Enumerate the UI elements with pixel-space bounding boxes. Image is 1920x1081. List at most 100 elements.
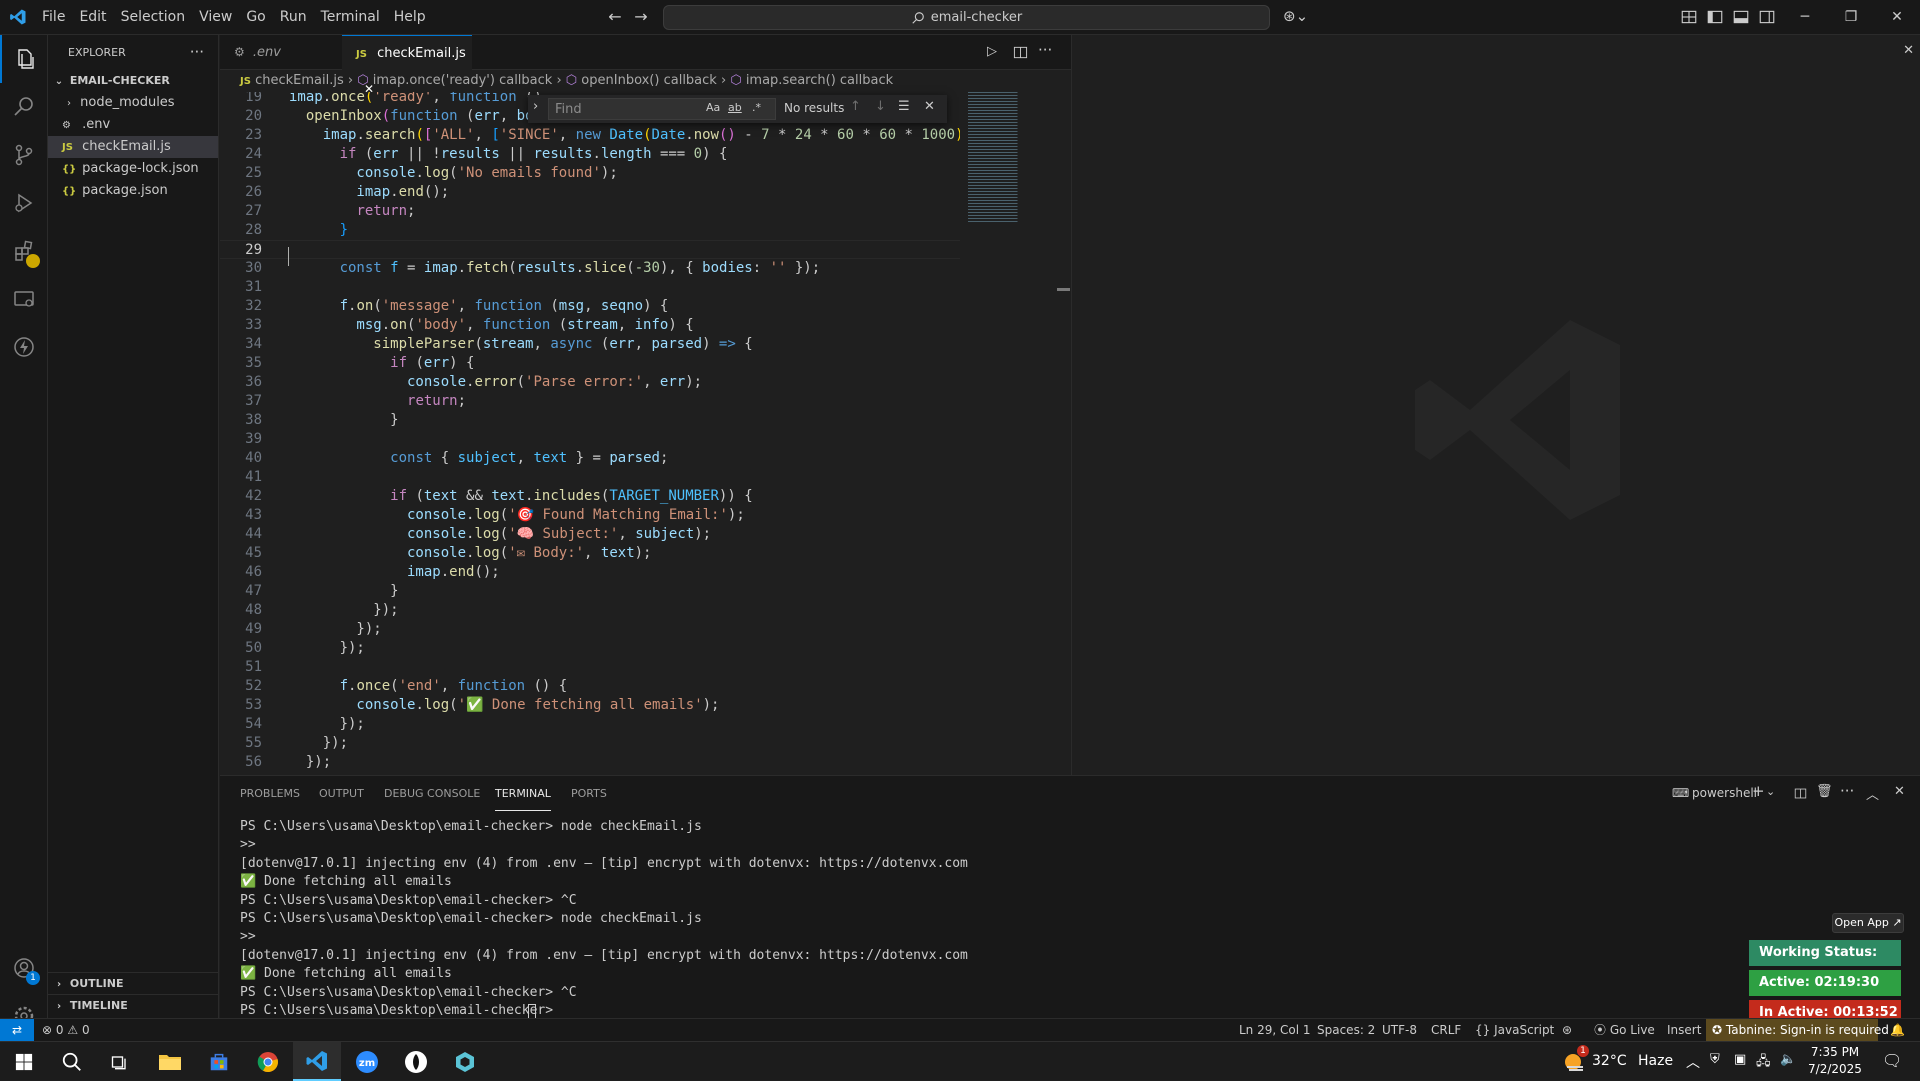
network-icon[interactable]: 🖧: [1756, 1052, 1771, 1074]
new-terminal-icon[interactable]: +: [1752, 782, 1765, 800]
notification-center-icon[interactable]: 🗨: [1882, 1051, 1902, 1070]
kill-terminal-trash-icon[interactable]: 🗑: [1816, 784, 1833, 799]
chrome-icon[interactable]: [244, 1042, 292, 1081]
weather-icon[interactable]: 1: [1562, 1045, 1589, 1074]
run-debug-icon[interactable]: [0, 179, 48, 227]
code-line[interactable]: 29: [220, 240, 960, 259]
code-line[interactable]: 28 }: [220, 221, 960, 240]
clock-time[interactable]: 7:35 PM: [1800, 1045, 1870, 1059]
breadcrumb-item[interactable]: imap.once('ready') callback: [373, 73, 553, 88]
split-terminal-icon[interactable]: [1794, 787, 1807, 800]
code-line[interactable]: 31: [220, 278, 960, 297]
close-panel-icon[interactable]: ✕: [1894, 784, 1905, 799]
terminal-output[interactable]: PS C:\Users\usama\Desktop\email-checker>…: [220, 812, 1920, 1029]
code-line[interactable]: 45 console.log('✉ Body:', text);: [220, 544, 960, 563]
code-line[interactable]: 27 return;: [220, 202, 960, 221]
code-line[interactable]: 55 });: [220, 734, 960, 753]
code-line[interactable]: 44 console.log('🧠 Subject:', subject);: [220, 525, 960, 544]
run-file-icon[interactable]: ▷: [987, 44, 997, 59]
panel-more-icon[interactable]: ···: [1840, 782, 1854, 800]
minimize-icon[interactable]: ─: [1782, 0, 1828, 35]
close-find-icon[interactable]: ✕: [924, 99, 935, 114]
code-line[interactable]: 37 return;: [220, 392, 960, 411]
code-line[interactable]: 50 });: [220, 639, 960, 658]
extensions-icon[interactable]: [0, 227, 48, 275]
thunder-client-icon[interactable]: [0, 323, 48, 371]
toggle-primary-sidebar-icon[interactable]: [1706, 8, 1724, 26]
code-line[interactable]: 26 imap.end();: [220, 183, 960, 202]
tab-terminal[interactable]: TERMINAL: [495, 776, 551, 811]
weather-desc[interactable]: Haze: [1638, 1053, 1673, 1069]
task-view-icon[interactable]: [96, 1042, 144, 1081]
tab-env[interactable]: ⚙ .env: [220, 35, 342, 70]
toggle-panel-icon[interactable]: [1732, 8, 1750, 26]
back-arrow-icon[interactable]: ←: [604, 6, 626, 28]
tree-item-checkemail[interactable]: JS checkEmail.js: [48, 136, 218, 158]
breadcrumb-item[interactable]: openInbox() callback: [581, 73, 717, 88]
tab-checkemail[interactable]: JS checkEmail.js ✕: [342, 35, 472, 96]
code-editor[interactable]: 19imap.once('ready', function ()20 openI…: [220, 92, 960, 775]
windows-start-icon[interactable]: [0, 1042, 48, 1081]
menu-edit[interactable]: Edit: [72, 0, 113, 35]
code-line[interactable]: 41: [220, 468, 960, 487]
menu-run[interactable]: Run: [273, 0, 314, 35]
open-app-button[interactable]: Open App ↗: [1832, 913, 1904, 933]
editor-more-icon[interactable]: ···: [1038, 41, 1052, 59]
code-line[interactable]: 40 const { subject, text } = parsed;: [220, 449, 960, 468]
code-line[interactable]: 36 console.error('Parse error:', err);: [220, 373, 960, 392]
menu-view[interactable]: View: [192, 0, 239, 35]
tray-app-icon[interactable]: ⛨: [1710, 1052, 1720, 1067]
find-in-selection-icon[interactable]: ☰: [898, 99, 910, 114]
weather-temp[interactable]: 32°C: [1592, 1053, 1627, 1069]
code-line[interactable]: 23 imap.search(['ALL', ['SINCE', new Dat…: [220, 126, 960, 145]
tabnine-status[interactable]: ✪ Tabnine: Sign-in is required: [1706, 1019, 1889, 1041]
language-mode[interactable]: {} JavaScript: [1475, 1019, 1554, 1041]
terminal-dropdown-icon[interactable]: ⌄: [1766, 785, 1775, 798]
code-line[interactable]: 39: [220, 430, 960, 449]
breadcrumb-file[interactable]: checkEmail.js: [255, 73, 344, 88]
workspace-folder-header[interactable]: ⌄ EMAIL-CHECKER: [48, 70, 218, 92]
customize-layout-icon[interactable]: [1680, 8, 1698, 26]
more-actions-icon[interactable]: ···: [190, 35, 204, 70]
code-line[interactable]: 24 if (err || !results || results.length…: [220, 145, 960, 164]
code-line[interactable]: 53 console.log('✅ Done fetching all emai…: [220, 696, 960, 715]
minimap-slider[interactable]: [1057, 288, 1070, 291]
outline-section[interactable]: › OUTLINE: [48, 972, 219, 994]
maximize-panel-icon[interactable]: ︿: [1866, 784, 1879, 803]
next-match-icon[interactable]: ↓: [875, 99, 886, 114]
menu-go[interactable]: Go: [239, 0, 272, 35]
tree-item-env[interactable]: ⚙ .env: [48, 114, 218, 136]
copilot-status-icon[interactable]: ⊛: [1562, 1019, 1572, 1041]
code-line[interactable]: 54 });: [220, 715, 960, 734]
code-line[interactable]: 49 });: [220, 620, 960, 639]
code-line[interactable]: 47 }: [220, 582, 960, 601]
search-view-icon[interactable]: [0, 83, 48, 131]
code-line[interactable]: 42 if (text && text.includes(TARGET_NUMB…: [220, 487, 960, 506]
remote-explorer-icon[interactable]: [0, 275, 48, 323]
tab-ports[interactable]: PORTS: [571, 776, 607, 811]
encoding[interactable]: UTF-8: [1382, 1019, 1417, 1041]
regex-icon[interactable]: .*: [752, 101, 761, 114]
breadcrumb-item[interactable]: imap.search() callback: [746, 73, 893, 88]
tree-item-package-json[interactable]: {} package.json: [48, 180, 218, 202]
timeline-section[interactable]: › TIMELINE: [48, 994, 219, 1016]
cursor-position[interactable]: Ln 29, Col 1: [1239, 1019, 1311, 1041]
menu-selection[interactable]: Selection: [114, 0, 193, 35]
code-line[interactable]: 32 f.on('message', function (msg, seqno)…: [220, 297, 960, 316]
indentation[interactable]: Spaces: 2: [1317, 1019, 1375, 1041]
code-line[interactable]: 52 f.once('end', function () {: [220, 677, 960, 696]
code-line[interactable]: 33 msg.on('body', function (stream, info…: [220, 316, 960, 335]
shell-name[interactable]: powershell: [1692, 786, 1757, 800]
app-hex-icon[interactable]: [441, 1042, 489, 1081]
app-leaf-icon[interactable]: [392, 1042, 440, 1081]
code-line[interactable]: 56 });: [220, 753, 960, 772]
tree-item-node-modules[interactable]: › node_modules: [48, 92, 218, 114]
code-line[interactable]: 30 const f = imap.fetch(results.slice(-3…: [220, 259, 960, 278]
code-line[interactable]: 38 }: [220, 411, 960, 430]
menu-help[interactable]: Help: [387, 0, 433, 35]
code-line[interactable]: 25 console.log('No emails found');: [220, 164, 960, 183]
file-explorer-icon[interactable]: [146, 1042, 194, 1081]
tab-problems[interactable]: PROBLEMS: [240, 776, 300, 811]
close-window-icon[interactable]: ✕: [1874, 0, 1920, 35]
line-ending[interactable]: CRLF: [1431, 1019, 1461, 1041]
